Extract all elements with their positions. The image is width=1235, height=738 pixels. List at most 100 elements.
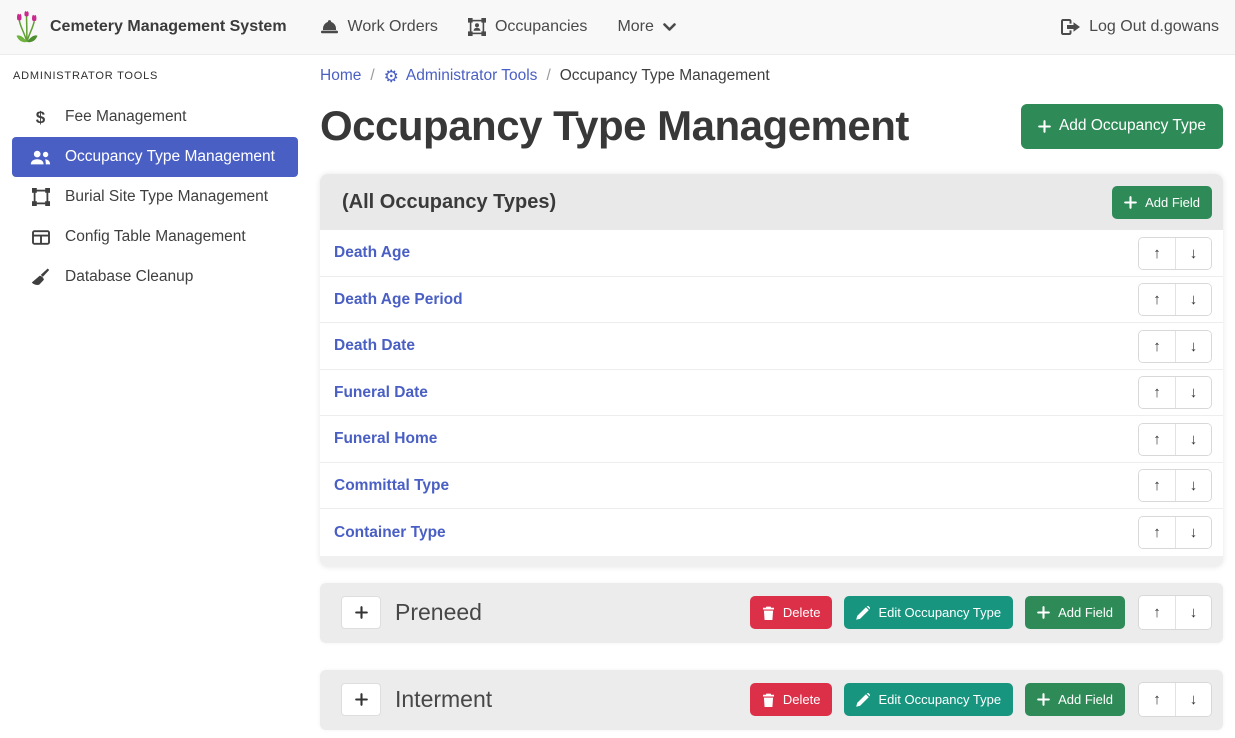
add-occupancy-type-button[interactable]: Add Occupancy Type <box>1021 104 1223 149</box>
occupancy-type-section-interment: Interment Delete Edit Occupancy Type Add… <box>320 670 1223 730</box>
field-link-funeral-date[interactable]: Funeral Date <box>334 384 428 402</box>
edit-occupancy-type-button-preneed[interactable]: Edit Occupancy Type <box>844 596 1013 629</box>
sidebar-item-label: Config Table Management <box>65 228 246 246</box>
top-navbar: Cemetery Management System Work Orders O… <box>0 0 1235 55</box>
field-row: Funeral Home ↑ ↓ <box>320 416 1223 463</box>
move-up-button[interactable]: ↑ <box>1139 424 1175 455</box>
plus-icon <box>1037 606 1050 619</box>
sidebar-item-label: Database Cleanup <box>65 268 193 286</box>
add-field-button-preneed[interactable]: Add Field <box>1025 596 1125 629</box>
breadcrumb: Home / ⚙ Administrator Tools / Occupancy… <box>320 64 1223 88</box>
pencil-icon <box>856 606 870 620</box>
reorder-buttons: ↑ ↓ <box>1138 237 1212 270</box>
edit-occupancy-type-button-interment[interactable]: Edit Occupancy Type <box>844 683 1013 716</box>
nav-item-occupancies[interactable]: Occupancies <box>453 9 603 45</box>
card-title: (All Occupancy Types) <box>342 191 556 214</box>
gear-icon: ⚙ <box>384 68 399 85</box>
breadcrumb-link-home[interactable]: Home <box>320 67 361 85</box>
move-up-button[interactable]: ↑ <box>1139 470 1175 501</box>
vector-square-icon <box>29 188 52 206</box>
plus-icon <box>1037 693 1050 706</box>
move-up-button[interactable]: ↑ <box>1139 683 1175 716</box>
breadcrumb-separator: / <box>370 67 374 85</box>
dollar-icon: $ <box>29 109 52 126</box>
nav-item-label: More <box>617 18 653 36</box>
trash-icon <box>762 606 775 620</box>
sidebar-item-config-table-management[interactable]: Config Table Management <box>12 217 298 257</box>
move-down-button[interactable]: ↓ <box>1175 331 1211 362</box>
breadcrumb-link-administrator-tools[interactable]: ⚙ Administrator Tools <box>384 67 538 85</box>
sidebar-heading: ADMINISTRATOR TOOLS <box>13 70 298 82</box>
expand-section-button[interactable] <box>341 596 381 629</box>
move-up-button[interactable]: ↑ <box>1139 238 1175 269</box>
nav-item-more[interactable]: More <box>602 9 690 45</box>
logout-button[interactable]: Log Out d.gowans <box>1061 18 1221 36</box>
field-link-container-type[interactable]: Container Type <box>334 524 446 542</box>
section-title: Preneed <box>395 599 482 626</box>
logout-icon <box>1061 19 1080 35</box>
sidebar-item-label: Occupancy Type Management <box>65 148 275 166</box>
pencil-icon <box>856 693 870 707</box>
page-title: Occupancy Type Management <box>320 102 909 150</box>
move-down-button[interactable]: ↓ <box>1175 424 1211 455</box>
move-down-button[interactable]: ↓ <box>1175 284 1211 315</box>
sidebar-item-fee-management[interactable]: $ Fee Management <box>12 97 298 137</box>
delete-button-interment[interactable]: Delete <box>750 683 833 716</box>
move-up-button[interactable]: ↑ <box>1139 517 1175 548</box>
field-link-death-age[interactable]: Death Age <box>334 244 410 262</box>
all-occupancy-types-card: (All Occupancy Types) Add Field Death Ag… <box>320 174 1223 567</box>
logout-label: Log Out d.gowans <box>1089 18 1219 36</box>
sidebar: ADMINISTRATOR TOOLS $ Fee Management Occ… <box>0 55 310 738</box>
expand-section-button[interactable] <box>341 683 381 716</box>
card-footer <box>320 556 1223 567</box>
field-link-funeral-home[interactable]: Funeral Home <box>334 430 437 448</box>
move-up-button[interactable]: ↑ <box>1139 331 1175 362</box>
move-up-button[interactable]: ↑ <box>1139 377 1175 408</box>
reorder-buttons: ↑ ↓ <box>1138 595 1212 630</box>
field-link-death-date[interactable]: Death Date <box>334 337 415 355</box>
move-up-button[interactable]: ↑ <box>1139 284 1175 315</box>
reorder-buttons: ↑ ↓ <box>1138 283 1212 316</box>
table-icon <box>29 230 52 245</box>
field-link-committal-type[interactable]: Committal Type <box>334 477 449 495</box>
reorder-buttons: ↑ ↓ <box>1138 469 1212 502</box>
reorder-buttons: ↑ ↓ <box>1138 376 1212 409</box>
move-down-button[interactable]: ↓ <box>1175 377 1211 408</box>
reorder-buttons: ↑ ↓ <box>1138 423 1212 456</box>
field-row: Committal Type ↑ ↓ <box>320 463 1223 510</box>
move-down-button[interactable]: ↓ <box>1175 238 1211 269</box>
broom-icon <box>29 268 52 286</box>
delete-button-preneed[interactable]: Delete <box>750 596 833 629</box>
move-down-button[interactable]: ↓ <box>1175 683 1211 716</box>
field-row: Container Type ↑ ↓ <box>320 509 1223 556</box>
plus-icon <box>355 693 368 706</box>
move-down-button[interactable]: ↓ <box>1175 470 1211 501</box>
reorder-buttons: ↑ ↓ <box>1138 516 1212 549</box>
plus-icon <box>1038 120 1051 133</box>
tulips-logo-icon <box>14 11 40 44</box>
nav-item-work-orders[interactable]: Work Orders <box>305 9 453 45</box>
breadcrumb-separator: / <box>546 67 550 85</box>
nav-menu: Work Orders Occupancies More <box>305 9 691 45</box>
sidebar-item-burial-site-type-management[interactable]: Burial Site Type Management <box>12 177 298 217</box>
app-title: Cemetery Management System <box>50 18 287 36</box>
add-field-button-interment[interactable]: Add Field <box>1025 683 1125 716</box>
sidebar-item-database-cleanup[interactable]: Database Cleanup <box>12 257 298 297</box>
hard-hat-icon <box>320 19 339 35</box>
occupancy-frame-icon <box>468 18 486 36</box>
reorder-buttons: ↑ ↓ <box>1138 330 1212 363</box>
move-down-button[interactable]: ↓ <box>1175 517 1211 548</box>
move-up-button[interactable]: ↑ <box>1139 596 1175 629</box>
field-link-death-age-period[interactable]: Death Age Period <box>334 291 463 309</box>
field-list: Death Age ↑ ↓ Death Age Period ↑ ↓ Death… <box>320 230 1223 556</box>
occupancy-type-section-preneed: Preneed Delete Edit Occupancy Type Add F… <box>320 583 1223 643</box>
add-field-button-all-types[interactable]: Add Field <box>1112 186 1212 219</box>
section-title: Interment <box>395 686 492 713</box>
sidebar-item-occupancy-type-management[interactable]: Occupancy Type Management <box>12 137 298 177</box>
breadcrumb-current: Occupancy Type Management <box>560 67 770 85</box>
main-content: Home / ⚙ Administrator Tools / Occupancy… <box>310 55 1235 738</box>
move-down-button[interactable]: ↓ <box>1175 596 1211 629</box>
field-row: Death Age ↑ ↓ <box>320 230 1223 277</box>
app-brand[interactable]: Cemetery Management System <box>14 11 287 44</box>
field-row: Death Date ↑ ↓ <box>320 323 1223 370</box>
